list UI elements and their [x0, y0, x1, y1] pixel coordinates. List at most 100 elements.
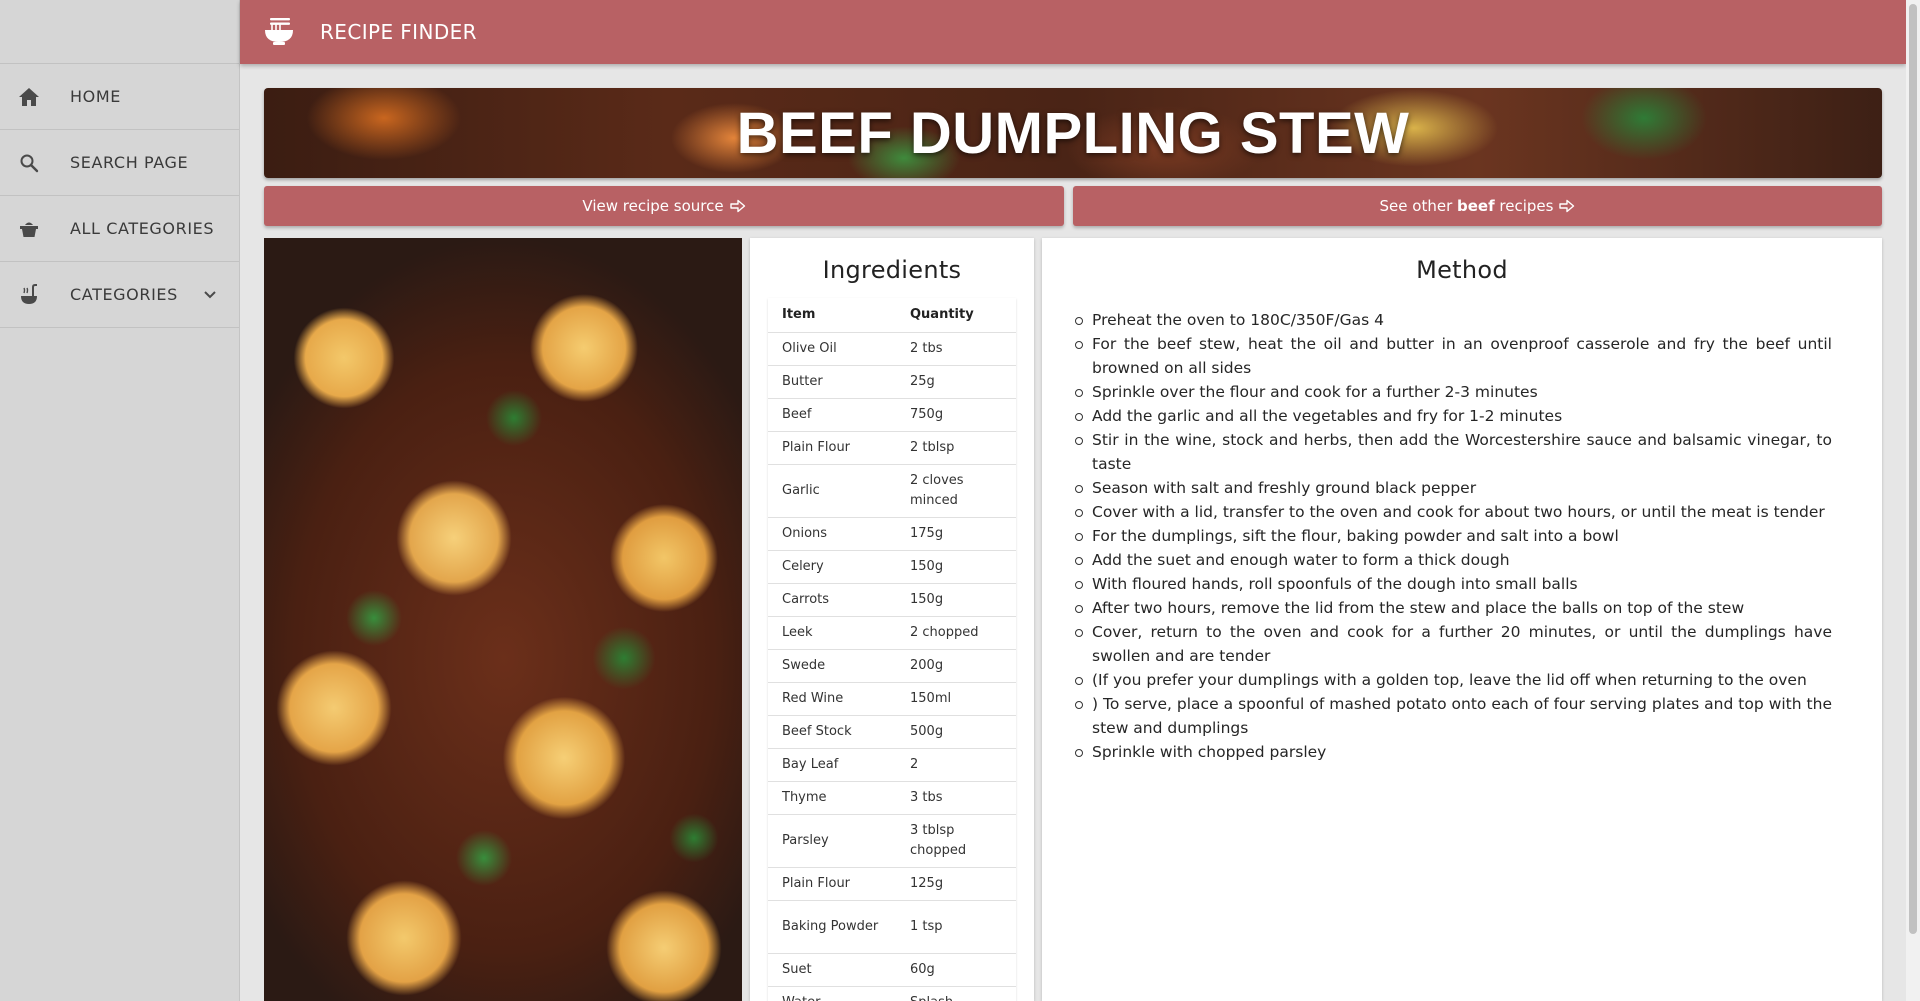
button-label-prefix: See other	[1379, 197, 1458, 215]
ingredient-item: Parsley	[768, 814, 896, 868]
table-row: Beef Stock 500g	[768, 715, 1016, 749]
method-step: Cover, return to the oven and cook for a…	[1075, 620, 1832, 668]
button-label-suffix: recipes	[1494, 197, 1554, 215]
method-steps-list: Preheat the oven to 180C/350F/Gas 4 For …	[1075, 308, 1832, 764]
category-name: beef	[1457, 197, 1495, 215]
arrow-right-icon	[729, 199, 746, 213]
table-row: Carrots 150g	[768, 583, 1016, 617]
home-icon	[15, 83, 43, 111]
table-row: Parsley 3 tblsp chopped	[768, 814, 1016, 868]
ingredient-item: Suet	[768, 953, 896, 987]
table-row: Red Wine 150ml	[768, 682, 1016, 716]
ingredient-quantity: 200g	[896, 649, 1016, 683]
ingredient-item: Bay Leaf	[768, 748, 896, 782]
sidebar-item-label: CATEGORIES	[70, 285, 178, 304]
chevron-down-icon[interactable]	[199, 284, 221, 306]
table-row: Plain Flour 125g	[768, 867, 1016, 901]
sidebar-item-search-page[interactable]: SEARCH PAGE	[0, 130, 239, 196]
method-step: ) To serve, place a spoonful of mashed p…	[1075, 692, 1832, 740]
ingredient-quantity: 3 tbs	[896, 781, 1016, 815]
method-step: Sprinkle over the flour and cook for a f…	[1075, 380, 1832, 404]
arrow-right-icon	[1559, 199, 1575, 213]
method-step: For the beef stew, heat the oil and butt…	[1075, 332, 1832, 380]
table-row: Suet 60g	[768, 953, 1016, 987]
table-row: Garlic 2 cloves minced	[768, 464, 1016, 518]
sidebar: HOME SEARCH PAGE ALL CATEGORIES CATEGORI…	[0, 0, 240, 1001]
ingredient-quantity: 150g	[896, 550, 1016, 584]
ingredient-item: Butter	[768, 365, 896, 399]
method-step: (If you prefer your dumplings with a gol…	[1075, 668, 1832, 692]
ingredient-item: Olive Oil	[768, 332, 896, 366]
table-row: WaterSplash	[768, 986, 1016, 1001]
table-row: Swede 200g	[768, 649, 1016, 683]
ladle-icon	[15, 281, 43, 309]
method-step: Cover with a lid, transfer to the oven a…	[1075, 500, 1832, 524]
ingredient-quantity: 150ml	[896, 682, 1016, 716]
ingredients-panel: Ingredients Item Quantity Olive Oil 2 tbs…	[750, 238, 1034, 1001]
column-header-quantity: Quantity	[896, 298, 1016, 333]
sidebar-item-label: ALL CATEGORIES	[70, 219, 215, 238]
sidebar-item-home[interactable]: HOME	[0, 64, 239, 130]
ingredient-quantity: 25g	[896, 365, 1016, 399]
method-step: Preheat the oven to 180C/350F/Gas 4	[1075, 308, 1832, 332]
app-bar: RECIPE FINDER	[240, 0, 1906, 64]
app-title: RECIPE FINDER	[320, 20, 477, 44]
sidebar-item-categories[interactable]: CATEGORIES	[0, 262, 239, 328]
sidebar-item-all-categories[interactable]: ALL CATEGORIES	[0, 196, 239, 262]
method-step: Stir in the wine, stock and herbs, then …	[1075, 428, 1832, 476]
ingredient-item: Water	[768, 986, 896, 1001]
method-step: Add the garlic and all the vegetables an…	[1075, 404, 1832, 428]
ingredient-quantity: 175g	[896, 517, 1016, 551]
recipe-title: BEEF DUMPLING STEW	[736, 100, 1410, 166]
ingredient-item: Swede	[768, 649, 896, 683]
ingredients-table: Item Quantity Olive Oil 2 tbs Butter 25g B…	[768, 298, 1016, 1001]
ingredient-quantity: 2	[896, 748, 1016, 782]
page-scrollbar[interactable]	[1906, 0, 1920, 1001]
view-recipe-source-button[interactable]: View recipe source	[264, 186, 1064, 226]
table-row: Olive Oil 2 tbs	[768, 332, 1016, 366]
table-row: Baking Powder 1 tsp	[768, 900, 1016, 954]
recipe-hero-banner: BEEF DUMPLING STEW	[264, 88, 1882, 178]
ingredient-quantity: 2 tbs	[896, 332, 1016, 366]
sidebar-header	[0, 0, 239, 64]
ingredient-item: Beef Stock	[768, 715, 896, 749]
ingredient-quantity: 1 tsp	[896, 900, 1016, 954]
ingredient-item: Baking Powder	[768, 900, 896, 954]
sidebar-item-label: SEARCH PAGE	[70, 153, 189, 172]
ingredient-item: Garlic	[768, 464, 896, 518]
ingredient-quantity: 500g	[896, 715, 1016, 749]
ingredient-item: Celery	[768, 550, 896, 584]
table-row: Leek 2 chopped	[768, 616, 1016, 650]
ingredient-item: Onions	[768, 517, 896, 551]
see-other-recipes-button[interactable]: See other beef recipes	[1073, 186, 1882, 226]
method-panel: Method Preheat the oven to 180C/350F/Gas…	[1042, 238, 1882, 1001]
method-step: Add the suet and enough water to form a …	[1075, 548, 1832, 572]
button-label: View recipe source	[582, 197, 724, 215]
pot-icon	[15, 215, 43, 243]
ingredient-quantity: 60g	[896, 953, 1016, 987]
column-header-item: Item	[768, 298, 896, 333]
ingredient-item: Leek	[768, 616, 896, 650]
ingredient-item: Carrots	[768, 583, 896, 617]
ingredient-quantity: 150g	[896, 583, 1016, 617]
table-row: Plain Flour 2 tblsp	[768, 431, 1016, 465]
scrollbar-thumb[interactable]	[1909, 4, 1917, 934]
ingredient-quantity: 3 tblsp chopped	[896, 814, 1016, 868]
noodle-bowl-icon	[262, 15, 296, 49]
method-step: With floured hands, roll spoonfuls of th…	[1075, 572, 1832, 596]
ingredient-item: Plain Flour	[768, 431, 896, 465]
table-row: Celery 150g	[768, 550, 1016, 584]
table-row: Onions 175g	[768, 517, 1016, 551]
ingredient-item: Thyme	[768, 781, 896, 815]
ingredient-quantity: 2 chopped	[896, 616, 1016, 650]
method-step: Season with salt and freshly ground blac…	[1075, 476, 1832, 500]
ingredient-item: Red Wine	[768, 682, 896, 716]
ingredient-quantity: Splash	[896, 986, 1016, 1001]
ingredients-heading: Ingredients	[822, 256, 962, 284]
ingredient-quantity: 125g	[896, 867, 1016, 901]
sidebar-item-label: HOME	[70, 87, 121, 106]
ingredient-item: Plain Flour	[768, 867, 896, 901]
method-step: After two hours, remove the lid from the…	[1075, 596, 1832, 620]
search-icon	[15, 149, 43, 177]
method-heading: Method	[1416, 256, 1508, 284]
